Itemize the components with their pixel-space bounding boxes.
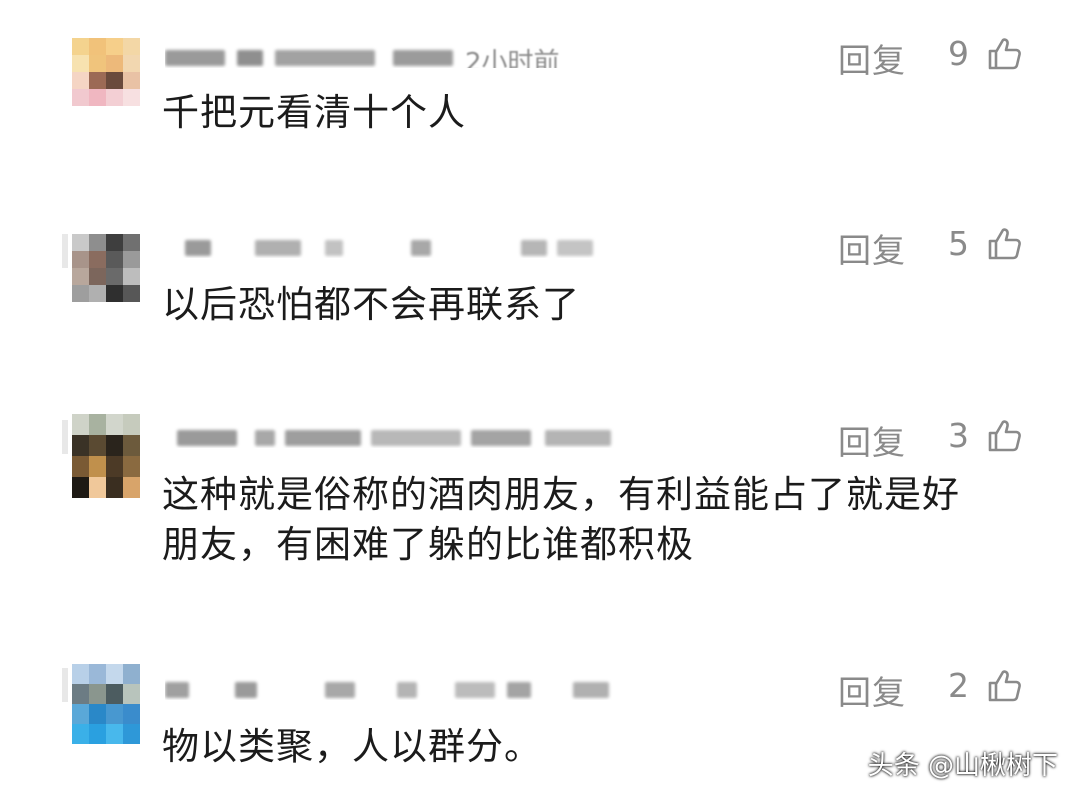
reply-button[interactable]: 回复 [838,416,906,464]
thumbs-up-icon[interactable] [986,668,1022,704]
like-count: 5 [948,224,969,263]
thumbs-up-icon[interactable] [986,36,1022,72]
comment-meta: 2小时前 [165,44,615,68]
like-count: 9 [948,34,969,73]
divider [62,420,68,454]
reply-button[interactable]: 回复 [838,34,906,82]
like-count: 3 [948,416,969,455]
divider [62,668,68,702]
avatar[interactable] [72,234,140,302]
watermark: 头条 @山楸树下 [867,751,1058,781]
like-count: 2 [948,666,969,705]
avatar[interactable] [72,414,140,498]
divider [62,234,68,268]
thumbs-up-icon[interactable] [986,418,1022,454]
avatar[interactable] [72,38,140,106]
comment-meta [165,676,615,700]
comment-text: 这种就是俗称的酒肉朋友，有利益能占了就是好 朋友，有困难了躲的比谁都积极 [162,473,960,566]
reply-button[interactable]: 回复 [838,666,906,714]
comment-meta [165,234,615,258]
comment-text: 千把元看清十个人 [162,91,466,134]
comment-time: 2小时前 [465,48,560,68]
avatar[interactable] [72,664,140,744]
comment-meta [165,424,615,448]
reply-button[interactable]: 回复 [838,224,906,272]
thumbs-up-icon[interactable] [986,226,1022,262]
comment-text: 以后恐怕都不会再联系了 [162,283,580,326]
